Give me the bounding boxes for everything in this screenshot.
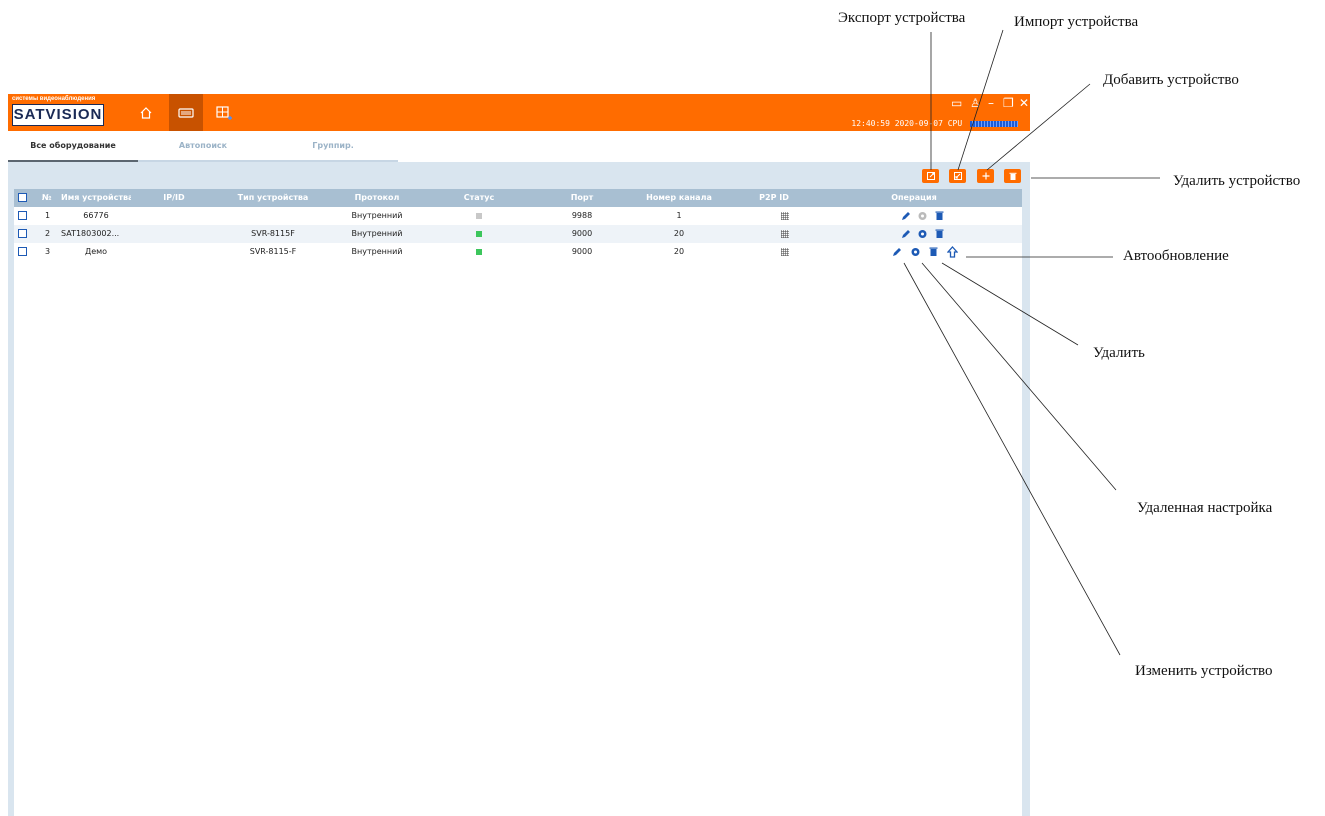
col-channels[interactable]: Номер канала bbox=[634, 189, 724, 207]
col-protocol[interactable]: Протокол bbox=[332, 189, 422, 207]
export-icon bbox=[926, 172, 935, 180]
top-bar: системы видеонаблюдения SATVISION ▭ ♙ – … bbox=[8, 94, 1030, 131]
status-indicator bbox=[476, 249, 482, 255]
nav-live-view[interactable] bbox=[207, 94, 241, 131]
remote-config-icon[interactable] bbox=[917, 210, 928, 222]
user-icon[interactable]: ♙ bbox=[970, 96, 981, 110]
trash-icon bbox=[1009, 172, 1016, 180]
cell-no: 1 bbox=[45, 211, 51, 220]
annotation-edit: Изменить устройство bbox=[1135, 663, 1273, 679]
col-ip[interactable]: IP/ID bbox=[134, 189, 214, 207]
delete-icon[interactable] bbox=[928, 246, 939, 258]
cpu-label: CPU bbox=[947, 119, 963, 128]
row-checkbox[interactable] bbox=[18, 211, 27, 220]
cell-protocol: Внутренний bbox=[351, 229, 403, 238]
datetime: 12:40:59 2020-09-07 bbox=[851, 119, 943, 128]
col-status[interactable]: Статус bbox=[434, 189, 524, 207]
qr-code-icon[interactable] bbox=[781, 212, 789, 220]
annotation-export: Экспорт устройства bbox=[838, 10, 966, 26]
cell-port: 9000 bbox=[571, 247, 593, 256]
annotation-add: Добавить устройство bbox=[1103, 72, 1239, 88]
qr-code-icon[interactable] bbox=[781, 248, 789, 256]
close-icon[interactable]: ✕ bbox=[1019, 96, 1029, 110]
cell-channels: 20 bbox=[673, 247, 685, 256]
logo: системы видеонаблюдения SATVISION bbox=[12, 96, 108, 128]
row-checkbox[interactable] bbox=[18, 247, 27, 256]
cell-port: 9000 bbox=[571, 229, 593, 238]
logo-tagline: системы видеонаблюдения bbox=[12, 96, 96, 102]
device-table: № Имя устройства IP/ID Тип устройства Пр… bbox=[14, 189, 1022, 816]
table-header: № Имя устройства IP/ID Тип устройства Пр… bbox=[14, 189, 1022, 207]
cell-no: 2 bbox=[45, 229, 51, 238]
edit-icon[interactable] bbox=[891, 246, 902, 258]
table-row[interactable]: 3 Демо SVR-8115-F Внутренний 9000 20 bbox=[14, 243, 1022, 261]
col-port[interactable]: Порт bbox=[537, 189, 627, 207]
status-indicator bbox=[476, 213, 482, 219]
annotation-import: Импорт устройства bbox=[1014, 14, 1139, 30]
col-name[interactable]: Имя устройства bbox=[61, 189, 131, 207]
delete-device-button[interactable] bbox=[1004, 169, 1021, 183]
device-manager-icon bbox=[178, 107, 194, 118]
table-row[interactable]: 1 66776 Внутренний 9988 1 bbox=[14, 207, 1022, 225]
edit-icon[interactable] bbox=[900, 228, 911, 240]
cell-type bbox=[228, 207, 318, 225]
cell-name: Демо bbox=[84, 247, 108, 256]
tab-bar: Все оборудование Автопоиск Группир. bbox=[8, 131, 1030, 162]
table-row[interactable]: 2 SAT1803002... SVR-8115F Внутренний 900… bbox=[14, 225, 1022, 243]
import-icon bbox=[953, 172, 962, 180]
add-device-button[interactable] bbox=[977, 169, 994, 183]
nav-devices[interactable] bbox=[169, 94, 203, 131]
delete-icon[interactable] bbox=[934, 228, 945, 240]
tab-auto-search[interactable]: Автопоиск bbox=[138, 131, 268, 162]
remote-config-icon[interactable] bbox=[917, 228, 928, 240]
live-view-icon bbox=[216, 105, 232, 120]
row-checkbox[interactable] bbox=[18, 229, 27, 238]
annotation-remote-config: Удаленная настройка bbox=[1137, 500, 1273, 516]
monitor-icon[interactable]: ▭ bbox=[951, 96, 962, 110]
cell-name: 66776 bbox=[83, 211, 109, 220]
delete-icon[interactable] bbox=[934, 210, 945, 222]
annotation-delete: Удалить bbox=[1093, 345, 1145, 361]
autoupdate-icon[interactable] bbox=[947, 246, 958, 258]
cell-type: SVR-8115F bbox=[251, 229, 295, 238]
col-p2p-id[interactable]: P2P ID bbox=[734, 189, 814, 207]
status-indicator bbox=[476, 231, 482, 237]
col-type[interactable]: Тип устройства bbox=[228, 189, 318, 207]
cpu-meter bbox=[970, 120, 1018, 127]
cell-channels: 20 bbox=[673, 229, 685, 238]
cell-protocol: Внутренний bbox=[351, 247, 403, 256]
cell-port: 9988 bbox=[571, 211, 593, 220]
annotation-autoupdate: Автообновление bbox=[1123, 248, 1229, 264]
export-button[interactable] bbox=[922, 169, 939, 183]
remote-config-icon[interactable] bbox=[910, 246, 921, 258]
annotation-delete-device: Удалить устройство bbox=[1173, 173, 1301, 189]
nav-home[interactable] bbox=[129, 94, 163, 131]
cell-channels: 1 bbox=[676, 211, 682, 220]
minimize-icon[interactable]: – bbox=[988, 96, 994, 110]
cell-name: SAT1803002... bbox=[61, 229, 120, 238]
plus-icon bbox=[982, 172, 989, 180]
restore-icon[interactable]: ❐ bbox=[1003, 96, 1014, 110]
cell-protocol: Внутренний bbox=[351, 211, 403, 220]
import-button[interactable] bbox=[949, 169, 966, 183]
app-window: системы видеонаблюдения SATVISION ▭ ♙ – … bbox=[8, 94, 1030, 816]
tab-groups[interactable]: Группир. bbox=[268, 131, 398, 162]
qr-code-icon[interactable] bbox=[781, 230, 789, 238]
tab-all-devices[interactable]: Все оборудование bbox=[8, 131, 138, 162]
logo-wordmark: SATVISION bbox=[12, 104, 104, 126]
edit-icon[interactable] bbox=[900, 210, 911, 222]
col-operation: Операция bbox=[891, 193, 937, 202]
cell-type: SVR-8115-F bbox=[249, 247, 297, 256]
cell-no: 3 bbox=[45, 247, 51, 256]
select-all-checkbox[interactable] bbox=[18, 193, 27, 202]
home-icon bbox=[140, 106, 152, 119]
status-clock: 12:40:59 2020-09-07 CPU bbox=[851, 119, 1018, 128]
col-no[interactable]: № bbox=[42, 189, 52, 207]
